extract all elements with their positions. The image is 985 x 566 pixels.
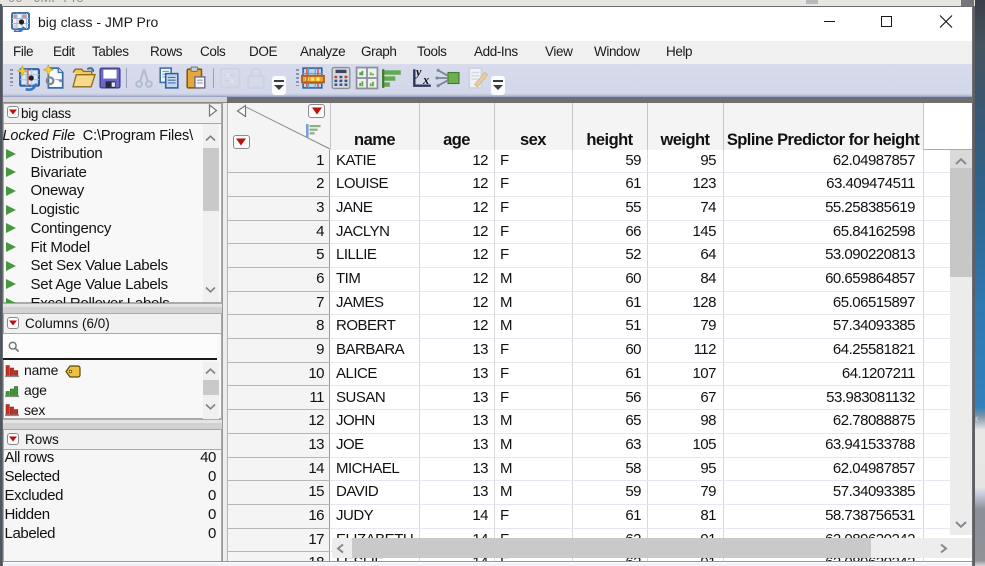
svg-text:y: y — [414, 64, 422, 78]
svg-text:x: x — [422, 73, 429, 87]
